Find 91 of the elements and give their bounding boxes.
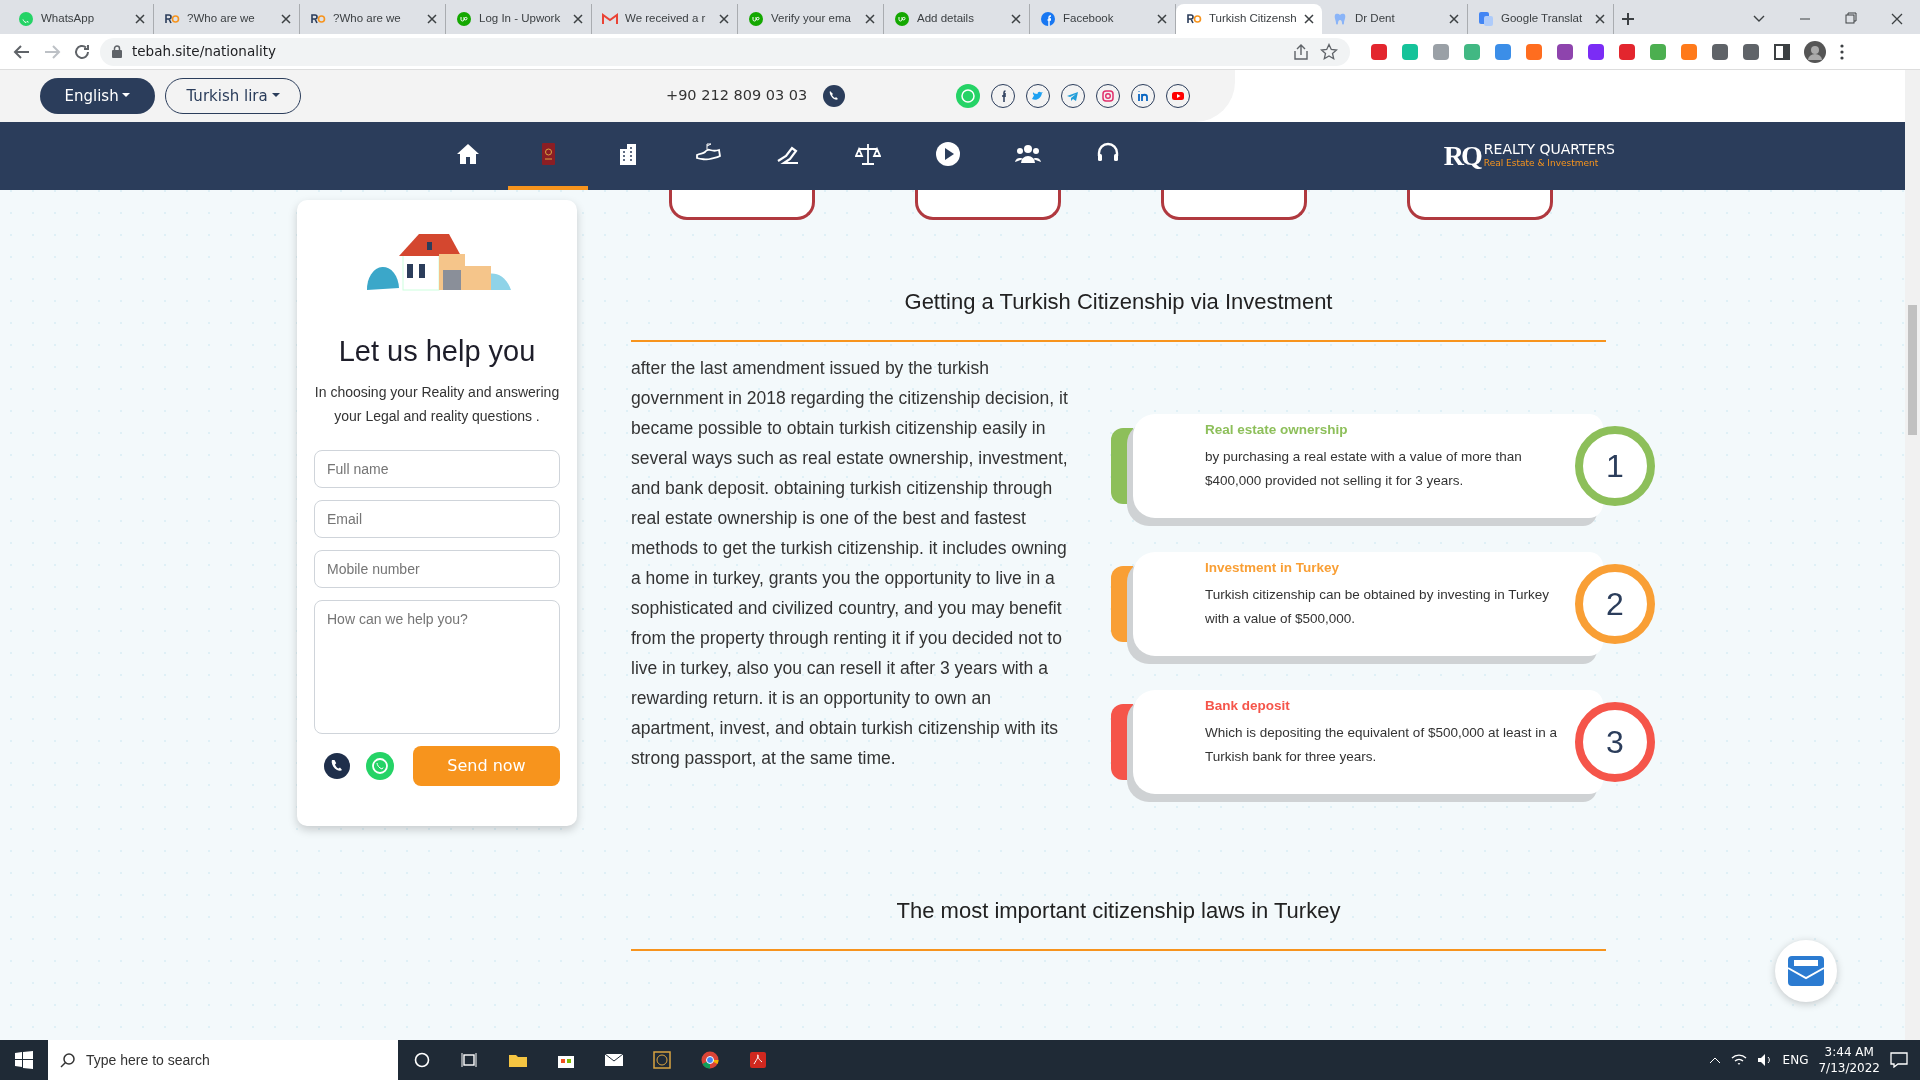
close-icon[interactable] [1304,14,1314,24]
taskbar-clock[interactable]: 3:44 AM 7/13/2022 [1818,1044,1880,1076]
upwork-icon [456,11,472,27]
step-number: 2 [1575,564,1655,644]
share-icon[interactable] [1292,42,1310,61]
home-icon [455,141,481,167]
linkedin-icon[interactable] [1130,83,1157,109]
mail-icon [602,11,618,27]
language-dropdown[interactable]: English [40,78,155,114]
extension-icon[interactable] [1370,42,1388,61]
search-icon [60,1052,76,1068]
youtube-icon[interactable] [1165,83,1192,109]
taskbar-search-field[interactable]: Type here to search [48,1040,398,1080]
close-icon[interactable] [427,14,437,24]
chrome-icon[interactable] [701,1051,719,1069]
address-bar[interactable]: tebah.site/nationality [100,37,1350,66]
form-subtitle: In choosing your Reality and answering your Legal and reality questions . [313,382,561,426]
instagram-icon[interactable] [1095,83,1122,109]
close-icon[interactable] [1011,14,1021,24]
scrollbar[interactable] [1905,70,1920,1040]
close-icon[interactable] [281,14,291,24]
phone-icon[interactable] [823,85,846,107]
extension-icon[interactable] [1494,42,1512,61]
form-title: Let us help you [338,334,536,369]
close-icon[interactable] [573,14,583,24]
clock-time: 3:44 AM [1823,1044,1875,1060]
step-text: Which is depositing the equivalent of $500,000 at least in a Turkish bank for three years. [1205,724,1558,767]
pdf-icon[interactable] [749,1051,767,1069]
section-paragraph: after the last amendment issued by the turkish government in 2018 regarding the citizenship decision, it became possible to obtain turkish citizenship easily in several ways such as real estate ownership, investment, and bank deposit. obtaining turkish citizenship through real estate ownership is one of the best and fastest methods to get the turkish citizenship. it includes owning a home in turkey, grants you the opportunity to live in a sophisticated and civilized country, and you may benefit from the property through renting it if you decided not to live in turkey, also you can resell it after 3 years with a rewarding return. it is an opportunity to own an apartment, invest, and obtain turkish citizenship with its strong passport, at the same time. [631,357,1069,770]
extension-icon[interactable] [1680,42,1698,61]
phone-number: +90 212 809 03 03 [666,86,808,106]
extension-icon[interactable] [1432,42,1450,61]
input-field[interactable]: Email [314,499,560,538]
input-language[interactable]: ENG [1782,1051,1809,1069]
input-field[interactable]: Mobile number [314,549,560,588]
envelope-icon [1786,954,1826,988]
scrollbar-thumb[interactable] [1908,305,1917,435]
upwork-icon [748,11,764,27]
lock-icon [112,45,122,58]
brand-name: REALTY QUARTERS [1483,141,1615,157]
extension-icon[interactable] [1742,42,1760,61]
tooth-icon [1332,11,1348,27]
star-icon[interactable] [1320,42,1338,61]
step-title: Real estate ownership [1205,421,1349,439]
wifi-icon[interactable] [1730,1053,1747,1067]
task-view-icon[interactable] [461,1051,479,1069]
mail-icon[interactable] [605,1051,623,1069]
twitter-icon[interactable] [1025,83,1052,109]
extension-icon[interactable] [1618,42,1636,61]
chat-button[interactable] [1775,940,1837,1002]
step-title: Investment in Turkey [1205,559,1341,577]
close-icon[interactable] [1157,14,1167,24]
upwork-icon [894,11,910,27]
close-icon[interactable] [1595,14,1605,24]
extension-icon[interactable] [1649,42,1667,61]
browser-tab[interactable]: Turkish Citizensh [1176,4,1322,34]
telegram-icon[interactable] [1060,83,1087,109]
sidebar-icon[interactable] [1773,42,1791,61]
clock-date: 7/13/2022 [1818,1060,1880,1076]
extension-icon[interactable] [1556,42,1574,61]
translate-icon [1478,11,1494,27]
step-number: 3 [1575,702,1655,782]
brand-tagline: Real Estate & Investment [1483,156,1600,170]
more-icon[interactable] [1839,42,1845,61]
step-number: 1 [1575,426,1655,506]
close-icon[interactable] [1449,14,1459,24]
section-heading: Getting a Turkish Citizenship via Investment [903,288,1334,316]
close-icon[interactable] [135,14,145,24]
app-icon[interactable] [653,1051,671,1069]
message-field[interactable]: How can we help you? [314,599,560,734]
chevron-up-icon[interactable] [1708,1056,1721,1064]
extension-icon[interactable] [1525,42,1543,61]
play-icon [935,141,961,167]
windows-start-icon[interactable] [15,1051,33,1069]
profile-avatar-icon[interactable] [1804,40,1826,63]
step-text: Turkish citizenship can be obtained by investing in Turkey with a value of $500,000. [1205,586,1550,629]
logo-mark: RQ [1443,139,1480,173]
input-field[interactable]: Full name [314,449,560,488]
close-icon[interactable] [865,14,875,24]
section-heading: The most important citizenship laws in Turkey [895,897,1342,925]
scales-icon [855,141,881,167]
close-icon[interactable] [719,14,729,24]
phone-icon[interactable] [324,752,350,779]
extension-icon[interactable] [1711,42,1729,61]
speaker-icon[interactable] [1756,1053,1773,1067]
step-title: Bank deposit [1205,697,1291,715]
step-text: by purchasing a real estate with a value of more than $400,000 provided not selling it for 3 years. [1205,448,1523,491]
notifications-icon[interactable] [1890,1052,1908,1068]
facebook-icon[interactable] [990,83,1017,109]
facebook-icon [1040,11,1056,27]
extension-icon[interactable] [1587,42,1605,61]
